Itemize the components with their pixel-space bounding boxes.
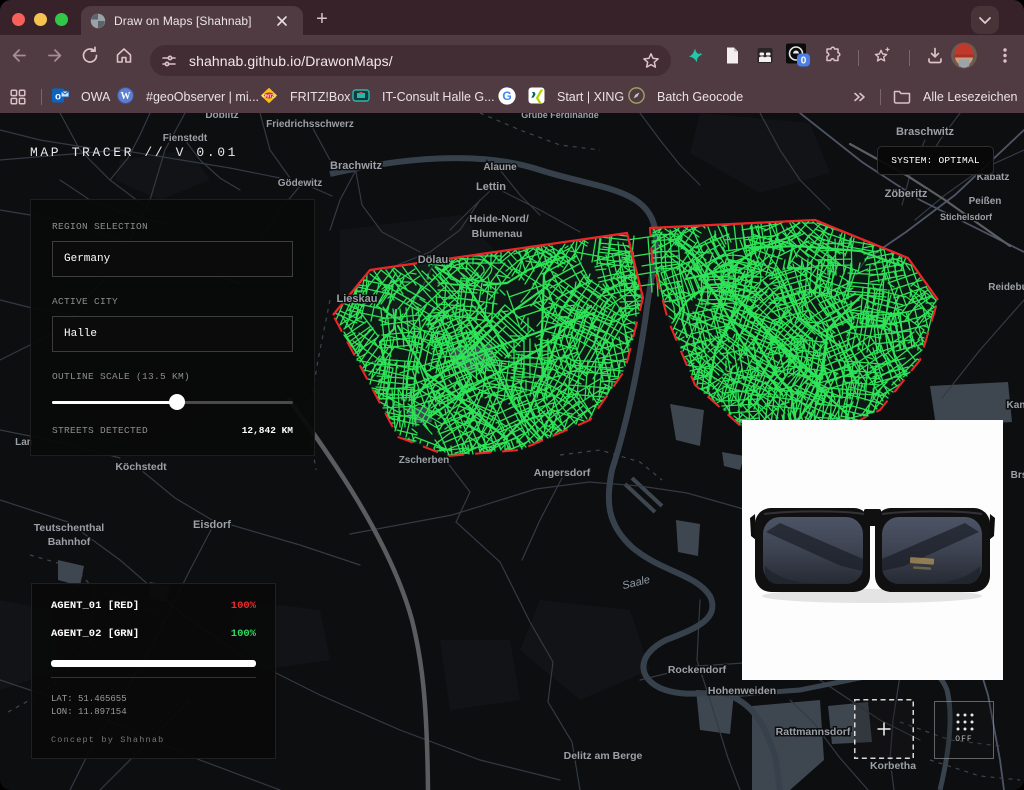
svg-text:o: o [55,92,61,103]
svg-text:Kan: Kan [1007,400,1024,411]
svg-text:Braschwitz: Braschwitz [896,126,955,138]
svg-text:Korbetha: Korbetha [870,760,916,772]
svg-text:Fienstedt: Fienstedt [163,133,208,144]
svg-text:G: G [502,89,511,103]
svg-text:Köchstedt: Köchstedt [115,461,167,473]
svg-text:Lieskau: Lieskau [337,293,378,305]
svg-text:Lettin: Lettin [476,181,506,193]
svg-text:Gödewitz: Gödewitz [278,178,322,189]
svg-text:FRITZ!: FRITZ! [262,93,275,98]
svg-text:Rattmannsdorf: Rattmannsdorf [776,726,851,738]
svg-text:Zscherben: Zscherben [399,455,450,466]
svg-text:Reideburg: Reideburg [988,282,1024,293]
svg-text:Alaune: Alaune [483,162,517,173]
svg-text:Delitz am Berge: Delitz am Berge [564,750,643,762]
svg-text:Teutschenthal: Teutschenthal [34,522,104,534]
svg-text:Brachwitz: Brachwitz [330,160,382,172]
svg-text:Zöberitz: Zöberitz [885,188,928,200]
svg-text:Peißen: Peißen [969,196,1002,207]
svg-text:0: 0 [801,56,807,67]
svg-text:Friedrichsschwerz: Friedrichsschwerz [266,119,354,130]
svg-text:Hohenweiden: Hohenweiden [708,685,776,697]
svg-text:Döblitz: Döblitz [205,113,238,121]
svg-text:Angersdorf: Angersdorf [534,467,591,479]
svg-text:Stichelsdorf: Stichelsdorf [940,212,993,222]
svg-text:Dölau: Dölau [418,254,449,266]
svg-text:Eisdorf: Eisdorf [193,519,231,531]
svg-text:Brs: Brs [1011,470,1024,481]
svg-text:Bahnhof: Bahnhof [48,536,91,548]
svg-text:Blumenau: Blumenau [472,228,523,240]
svg-text:Heide-Nord/: Heide-Nord/ [469,213,529,225]
svg-text:Rockendorf: Rockendorf [668,664,727,676]
svg-text:W: W [121,91,131,102]
svg-text:Grube Ferdinande: Grube Ferdinande [521,113,599,120]
